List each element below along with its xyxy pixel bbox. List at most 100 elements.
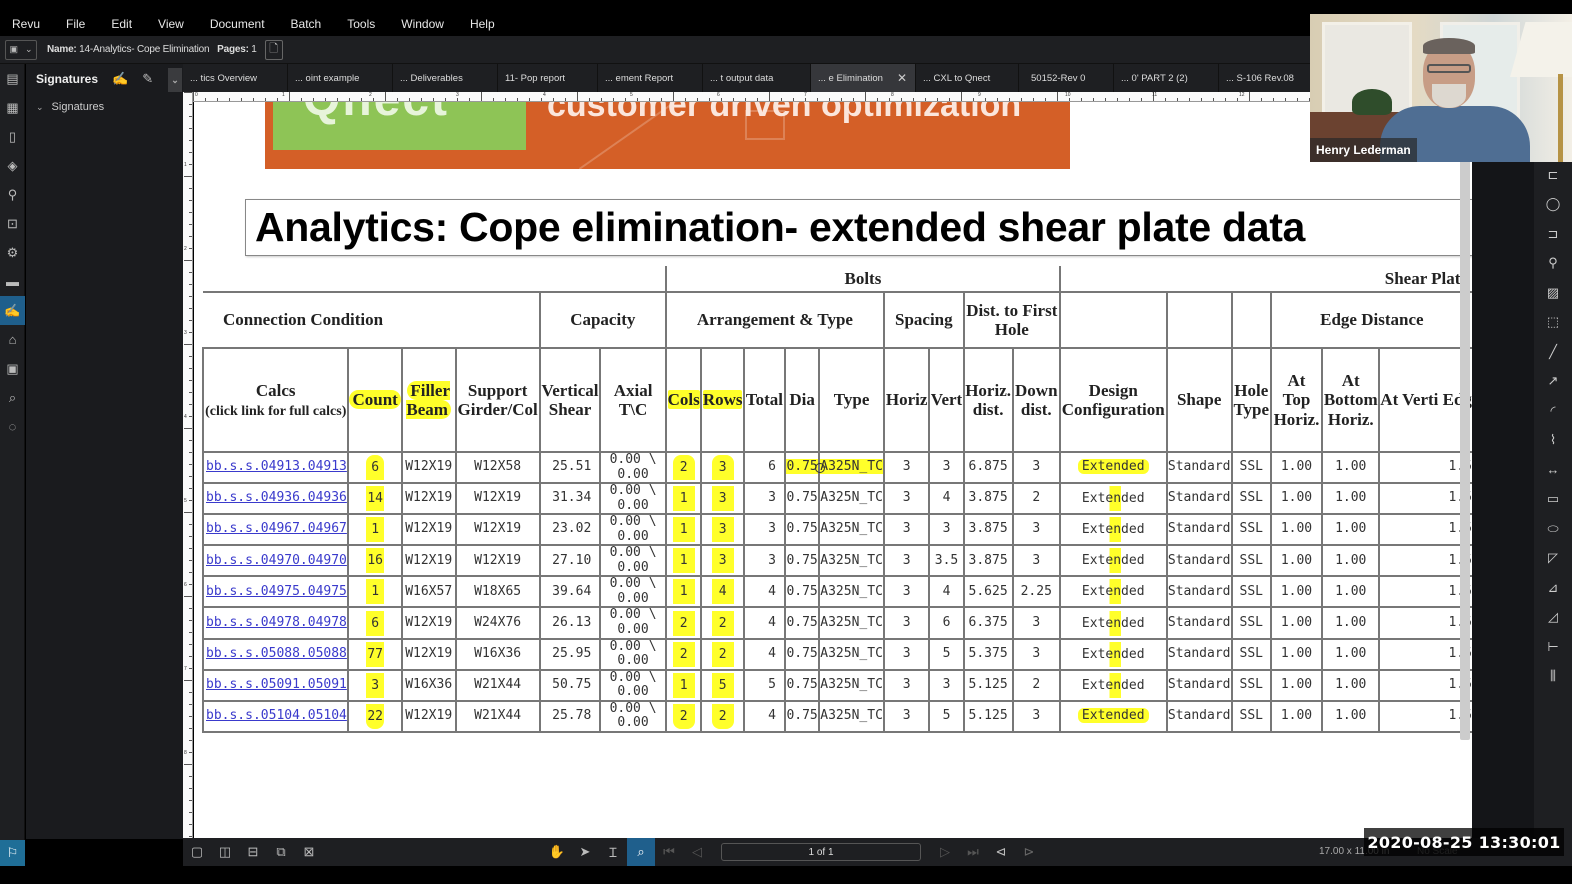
line-icon[interactable]: ╱ bbox=[1534, 337, 1572, 367]
pan-hand-icon[interactable]: ✋ bbox=[543, 838, 571, 866]
previous-page-icon[interactable]: ◁ bbox=[683, 838, 711, 866]
cell-count: 3 bbox=[347, 668, 403, 702]
calcs-link[interactable]: bb.s.s.04978.04978 bbox=[206, 615, 347, 630]
select-text-icon[interactable]: Ɪ bbox=[599, 838, 627, 866]
next-view-icon[interactable]: ⊳ bbox=[1015, 838, 1043, 866]
menu-window[interactable]: Window bbox=[401, 17, 444, 31]
cell-design-config: Extended bbox=[1058, 668, 1168, 702]
tab-s106-rev08[interactable]: ... S-106 Rev.08 bbox=[1219, 64, 1310, 92]
cell-calcs-link[interactable]: bb.s.s.04978.04978 bbox=[201, 606, 350, 640]
tab-cxl-to-qnect[interactable]: ... CXL to Qnect bbox=[916, 64, 1019, 92]
search-icon[interactable]: ⌕ bbox=[0, 383, 25, 412]
ruler-tick bbox=[184, 176, 192, 177]
image-icon[interactable]: ▨ bbox=[1534, 278, 1572, 308]
rectangle-icon[interactable]: ▭ bbox=[1534, 485, 1572, 515]
ellipse-icon[interactable]: ⬭ bbox=[1534, 514, 1572, 544]
ruler-label: 12 bbox=[1239, 92, 1245, 98]
page-indicator[interactable]: 1 of 1 bbox=[721, 843, 921, 861]
signatures-icon[interactable]: ✍ bbox=[0, 296, 25, 325]
layers-icon[interactable]: ◈ bbox=[0, 151, 25, 180]
calcs-link[interactable]: bb.s.s.05088.05088 bbox=[206, 646, 347, 661]
panel-collapse-button[interactable]: ⌄ bbox=[168, 68, 182, 92]
studio-icon[interactable]: ◌ bbox=[0, 412, 25, 441]
calcs-link[interactable]: bb.s.s.05091.05091 bbox=[206, 677, 347, 692]
tab-deliverables[interactable]: ... Deliverables bbox=[393, 64, 498, 92]
places-icon[interactable]: ⚲ bbox=[0, 180, 25, 209]
select-arrow-icon[interactable]: ➤ bbox=[571, 838, 599, 866]
menu-revu[interactable]: Revu bbox=[12, 17, 40, 31]
previous-view-icon[interactable]: ⊲ bbox=[987, 838, 1015, 866]
callout-arrow-icon[interactable]: ⊐ bbox=[1534, 219, 1572, 249]
toolchest-icon[interactable]: ▣ bbox=[0, 354, 25, 383]
polygon-icon[interactable]: ◸ bbox=[1534, 544, 1572, 574]
tab-pop-report[interactable]: 11- Pop report bbox=[498, 64, 598, 92]
sign-icon[interactable]: ✎ bbox=[142, 71, 153, 87]
menu-tools[interactable]: Tools bbox=[347, 17, 375, 31]
menu-edit[interactable]: Edit bbox=[111, 17, 132, 31]
tree-item-signatures[interactable]: ⌄ Signatures bbox=[26, 94, 183, 120]
document-menu-button[interactable]: ▣ ⌄ bbox=[5, 39, 37, 60]
add-signature-icon[interactable]: ✍ bbox=[112, 71, 128, 87]
pages-grid-icon[interactable]: ▦ bbox=[0, 93, 25, 122]
menu-document[interactable]: Document bbox=[210, 17, 265, 31]
calcs-link[interactable]: bb.s.s.04967.04967 bbox=[206, 521, 347, 537]
ruler-tick bbox=[241, 98, 242, 101]
close-tab-icon[interactable]: ✕ bbox=[897, 71, 907, 85]
first-page-icon[interactable]: ⏮ bbox=[655, 838, 683, 866]
bookmarks-icon[interactable]: ▯ bbox=[0, 122, 25, 151]
calcs-link[interactable]: bb.s.s.04970.04970 bbox=[206, 553, 347, 568]
cell-calcs-link[interactable]: bb.s.s.05104.05104 bbox=[201, 699, 350, 733]
tab-analytics-overview[interactable]: ... tics Overview bbox=[183, 64, 288, 92]
cell-calcs-link[interactable]: bb.s.s.05088.05088 bbox=[201, 637, 350, 671]
cell-calcs-link[interactable]: bb.s.s.04936.04936 bbox=[201, 482, 350, 516]
dimension-icon[interactable]: ↔ bbox=[1534, 455, 1572, 485]
split-horizontal-icon[interactable]: ⊟ bbox=[239, 838, 267, 866]
snapshot-icon[interactable]: ⬚ bbox=[1534, 308, 1572, 338]
area-measure-icon[interactable]: ⊿ bbox=[1534, 573, 1572, 603]
zoom-icon[interactable]: ⌕ bbox=[627, 838, 655, 866]
calcs-link[interactable]: bb.s.s.04975.04975 bbox=[206, 584, 347, 599]
cell-spacing-horiz: 3 bbox=[882, 637, 931, 671]
compare-icon[interactable]: ⧉ bbox=[267, 838, 295, 866]
menu-file[interactable]: File bbox=[66, 17, 85, 31]
new-document-icon[interactable]: 🗋 bbox=[264, 39, 283, 60]
polyline-icon[interactable]: ⌇ bbox=[1534, 426, 1572, 456]
volume-measure-icon[interactable]: ◿ bbox=[1534, 603, 1572, 633]
stamp-icon[interactable]: ⚲ bbox=[1534, 249, 1572, 279]
measurements-icon[interactable]: ▬ bbox=[0, 267, 25, 296]
cell-calcs-link[interactable]: bb.s.s.04970.04970 bbox=[201, 544, 350, 578]
calcs-link[interactable]: bb.s.s.05104.05104 bbox=[206, 708, 347, 723]
calcs-link[interactable]: bb.s.s.04913.04913 bbox=[206, 459, 347, 474]
thumbnails-icon[interactable]: ▤ bbox=[0, 64, 25, 93]
cell-calcs-link[interactable]: bb.s.s.05091.05091 bbox=[201, 668, 350, 702]
count-measure-icon[interactable]: ⫼ bbox=[1534, 662, 1572, 692]
next-page-icon[interactable]: ▷ bbox=[931, 838, 959, 866]
calcs-link[interactable]: bb.s.s.04936.04936 bbox=[206, 490, 347, 506]
arrow-icon[interactable]: ↗ bbox=[1534, 367, 1572, 397]
menu-view[interactable]: View bbox=[158, 17, 184, 31]
properties-gear-icon[interactable]: ⚙ bbox=[0, 238, 25, 267]
length-measure-icon[interactable]: ⊢ bbox=[1534, 632, 1572, 662]
single-page-icon[interactable]: ▢ bbox=[183, 838, 211, 866]
last-page-icon[interactable]: ⏭ bbox=[959, 838, 987, 866]
cell-calcs-link[interactable]: bb.s.s.04913.04913 bbox=[201, 450, 350, 485]
menu-help[interactable]: Help bbox=[470, 17, 495, 31]
tab-joint-example[interactable]: ... oint example bbox=[288, 64, 393, 92]
tab-part-2[interactable]: ... 0' PART 2 (2) bbox=[1114, 64, 1219, 92]
arc-icon[interactable]: ◜ bbox=[1534, 396, 1572, 426]
file-access-icon[interactable]: ⊡ bbox=[0, 209, 25, 238]
tab-cope-elimination[interactable]: ... e Elimination ✕ bbox=[811, 64, 916, 92]
tab-element-report[interactable]: ... ement Report bbox=[598, 64, 703, 92]
vertical-scrollbar[interactable] bbox=[1460, 160, 1470, 740]
split-vertical-icon[interactable]: ◫ bbox=[211, 838, 239, 866]
sync-icon[interactable]: ⊠ bbox=[295, 838, 323, 866]
cloud-icon[interactable]: ◯ bbox=[1534, 190, 1572, 220]
cell-calcs-link[interactable]: bb.s.s.04967.04967 bbox=[201, 513, 350, 547]
tab-output-data[interactable]: ... t output data bbox=[703, 64, 811, 92]
menu-batch[interactable]: Batch bbox=[291, 17, 322, 31]
tags-icon[interactable]: ⌂ bbox=[0, 325, 25, 354]
cell-calcs-link[interactable]: bb.s.s.04975.04975 bbox=[201, 575, 350, 609]
panel-settings-icon[interactable]: ⚐ bbox=[0, 840, 25, 866]
tab-50152-rev0[interactable]: 50152-Rev 0 bbox=[1019, 64, 1114, 92]
callout-icon[interactable]: ⊏ bbox=[1534, 160, 1572, 190]
